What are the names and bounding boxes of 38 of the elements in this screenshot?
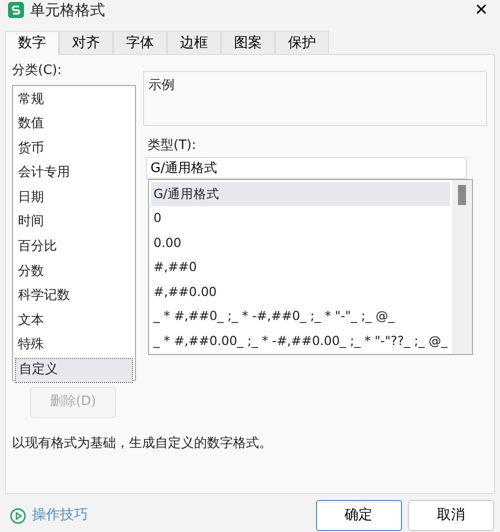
- format-item[interactable]: _ * #,##0.00_ ;_ * -#,##0.00_ ;_ * "-"??_ ;_ @_: [150, 329, 450, 354]
- format-item[interactable]: _ * #,##0_ ;_ * -#,##0_ ;_ * "-"_ ;_ @_: [150, 304, 450, 330]
- description-text: 以现有格式为基础，生成自定义的数字格式。: [12, 434, 273, 452]
- category-label: 分类(C):: [12, 62, 63, 80]
- category-item[interactable]: 会计专用: [15, 161, 133, 186]
- tab[interactable]: 图案: [221, 31, 275, 54]
- ok-button[interactable]: 确定: [316, 500, 402, 531]
- type-input[interactable]: G/通用格式: [146, 156, 466, 178]
- category-item[interactable]: 特殊: [15, 333, 133, 358]
- format-item[interactable]: 0: [150, 206, 450, 231]
- category-item[interactable]: 自定义: [15, 358, 133, 383]
- category-item[interactable]: 分数: [15, 260, 133, 284]
- format-item[interactable]: #,##0.00: [150, 280, 450, 304]
- category-item[interactable]: 常规: [15, 88, 133, 112]
- category-item[interactable]: 日期: [15, 186, 133, 210]
- scroll-thumb[interactable]: [458, 184, 466, 204]
- tab[interactable]: 边框: [167, 31, 221, 54]
- category-item[interactable]: 百分比: [15, 235, 133, 260]
- close-button[interactable]: ✕: [470, 2, 492, 18]
- window-title: 单元格格式: [30, 0, 105, 21]
- category-item[interactable]: 时间: [15, 210, 133, 236]
- tab[interactable]: 对齐: [59, 31, 113, 54]
- format-item[interactable]: G/通用格式: [150, 182, 450, 206]
- type-label: 类型(T):: [148, 137, 197, 155]
- format-item[interactable]: 0.00: [150, 230, 450, 256]
- tab[interactable]: 数字: [5, 31, 59, 55]
- tab[interactable]: 字体: [113, 31, 167, 54]
- format-item[interactable]: #,##0: [150, 255, 450, 280]
- scrollbar[interactable]: [452, 180, 472, 354]
- category-item[interactable]: 文本: [15, 308, 133, 334]
- tab[interactable]: 保护: [275, 31, 329, 54]
- category-item[interactable]: 货币: [15, 136, 133, 162]
- app-logo-icon: [8, 2, 24, 18]
- category-item[interactable]: 数值: [15, 112, 133, 137]
- sample-label: 示例: [148, 78, 174, 93]
- play-icon[interactable]: [10, 508, 26, 524]
- cancel-button[interactable]: 取消: [408, 500, 494, 531]
- category-item[interactable]: 科学记数: [15, 284, 133, 309]
